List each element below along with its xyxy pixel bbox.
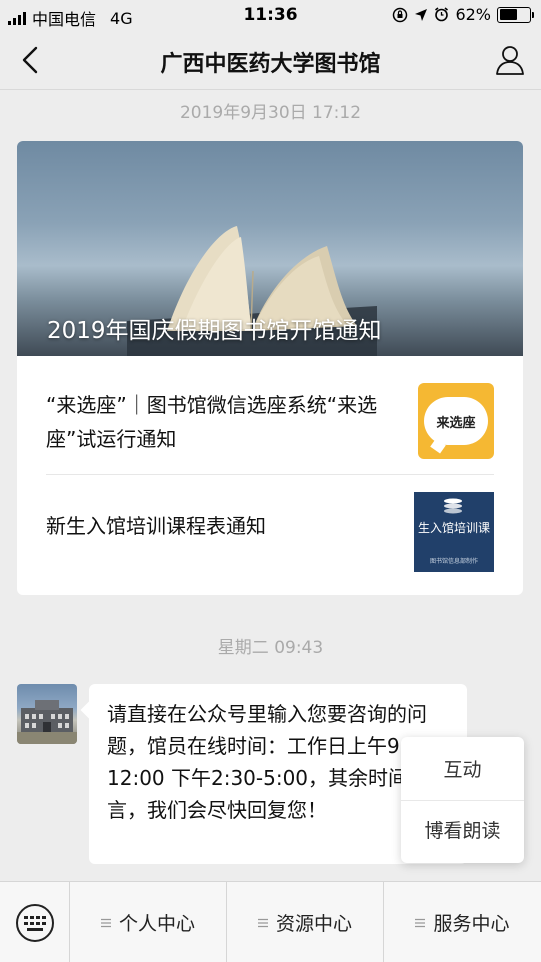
alarm-icon: [435, 7, 449, 22]
submenu-item-bookan-reading[interactable]: 博看朗读: [401, 800, 524, 862]
bottom-menu: 个人中心 资源中心 服务中心: [0, 881, 541, 962]
training-thumbnail: 生入馆培训课 图书馆信息部制作: [414, 492, 494, 572]
menu-lines-icon: [100, 918, 111, 927]
battery-percent: 62%: [455, 5, 491, 24]
seat-bubble: 来选座: [424, 397, 488, 445]
chat-timestamp: 星期二 09:43: [217, 638, 324, 658]
status-right: 62%: [392, 5, 534, 24]
article-card[interactable]: 2019年国庆假期图书馆开馆通知 “来选座”｜图书馆微信选座系统“来选座”试运行…: [17, 141, 523, 595]
chat-timestamp: 2019年9月30日 17:12: [179, 103, 362, 123]
menu-tab-label: 服务中心: [433, 913, 510, 935]
keyboard-icon: [16, 904, 54, 942]
menu-tab-resource-center[interactable]: 资源中心: [227, 882, 384, 962]
submenu-item-interaction[interactable]: 互动: [401, 739, 524, 801]
profile-icon[interactable]: [493, 43, 527, 77]
menu-lines-icon: [257, 918, 268, 927]
battery-icon: [497, 6, 534, 23]
library-building-icon: [17, 700, 77, 744]
avatar[interactable]: [17, 684, 77, 744]
article-cover[interactable]: 2019年国庆假期图书馆开馆通知: [17, 141, 523, 356]
status-bar: 中国电信 4G 11:36 62%: [0, 0, 541, 32]
keyboard-toggle-button[interactable]: [0, 882, 70, 962]
article-item-title: “来选座”｜图书馆微信选座系统“来选座”试运行通知: [46, 393, 378, 451]
training-thumb-footer: 图书馆信息部制作: [429, 558, 478, 565]
article-cover-title: 2019年国庆假期图书馆开馆通知: [47, 318, 382, 344]
menu-tab-label: 个人中心: [118, 913, 195, 935]
battery-fill: [499, 9, 518, 20]
nav-bar: 广西中医药大学图书馆: [0, 32, 541, 90]
seat-system-thumbnail: 来选座: [418, 383, 494, 459]
menu-tab-label: 资源中心: [275, 913, 352, 935]
training-thumb-title: 生入馆培训课: [417, 521, 490, 535]
book-stack-icon: [444, 498, 462, 514]
service-submenu: 互动 博看朗读: [401, 737, 524, 863]
rotation-lock-icon: [393, 7, 408, 22]
article-list-item[interactable]: 新生入馆培训课程表通知 生入馆培训课 图书馆信息部制作: [46, 475, 494, 585]
message-text: 请直接在公众号里输入您要咨询的问题，馆员在线时间：工作日上午9:00-12:00…: [107, 702, 449, 822]
menu-tab-personal-center[interactable]: 个人中心: [70, 882, 227, 962]
page-title: 广西中医药大学图书馆: [160, 52, 381, 77]
menu-lines-icon: [415, 918, 426, 927]
article-item-title: 新生入馆培训课程表通知: [46, 514, 266, 538]
location-icon: [415, 8, 428, 21]
article-list-item[interactable]: “来选座”｜图书馆微信选座系统“来选座”试运行通知 来选座: [46, 370, 494, 475]
menu-tab-service-center[interactable]: 服务中心: [384, 882, 541, 962]
